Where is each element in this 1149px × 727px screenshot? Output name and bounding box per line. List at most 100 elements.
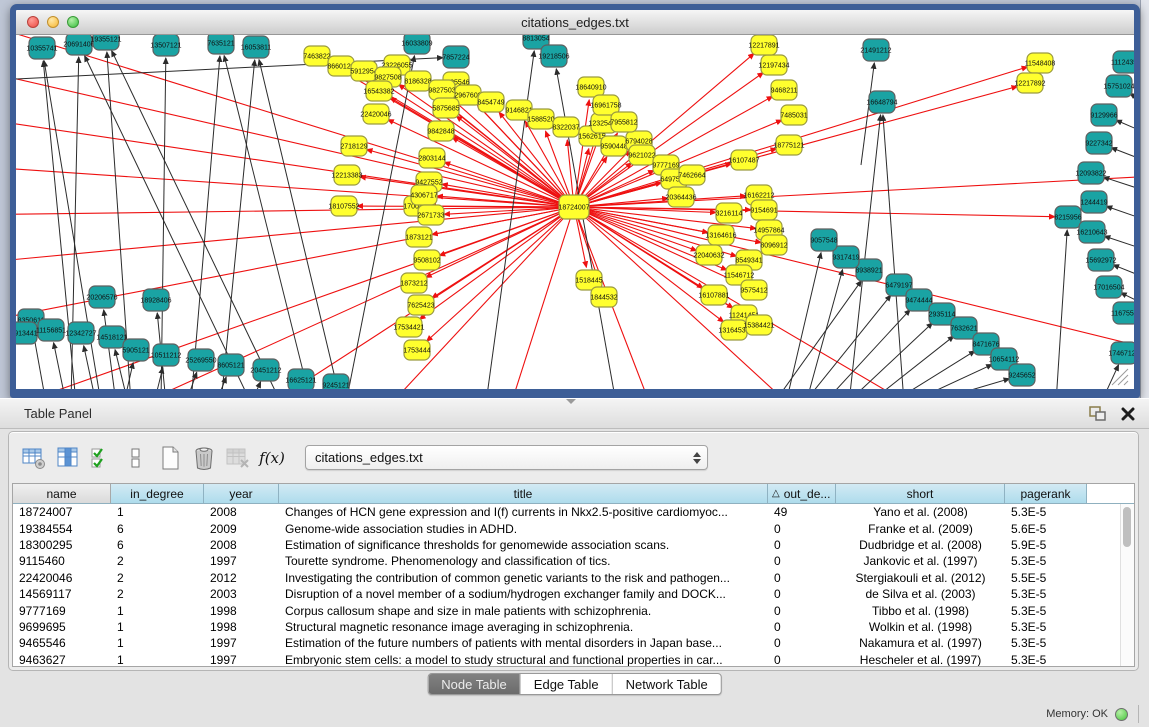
cell-year[interactable]: 1998 <box>204 620 279 634</box>
table-settings-button[interactable] <box>19 443 49 473</box>
column-header-year[interactable]: year <box>204 484 279 503</box>
cell-short[interactable]: Stergiakouli et al. (2012) <box>836 571 1005 585</box>
table-row[interactable]: 946554611997Estimation of the future num… <box>13 635 1134 651</box>
column-header-short[interactable]: short <box>836 484 1005 503</box>
new-table-button[interactable] <box>155 443 185 473</box>
cell-pagerank[interactable]: 5.3E-5 <box>1005 653 1087 667</box>
cell-year[interactable]: 2008 <box>204 505 279 519</box>
cell-out_de[interactable]: 0 <box>768 571 836 585</box>
table-body[interactable]: 1872400712008Changes of HCN gene express… <box>13 504 1134 667</box>
cell-out_de[interactable]: 0 <box>768 538 836 552</box>
cell-short[interactable]: Franke et al. (2009) <box>836 522 1005 536</box>
cell-title[interactable]: Tourette syndrome. Phenomenology and cla… <box>279 554 768 568</box>
cell-short[interactable]: Hescheler et al. (1997) <box>836 653 1005 667</box>
cell-year[interactable]: 1997 <box>204 554 279 568</box>
cell-in_degree[interactable]: 6 <box>111 522 204 536</box>
network-table-select[interactable]: citations_edges.txt <box>305 445 708 470</box>
table-row[interactable]: 1456911722003Disruption of a novel membe… <box>13 586 1134 602</box>
cell-in_degree[interactable]: 1 <box>111 505 204 519</box>
cell-name[interactable]: 9463627 <box>13 653 111 667</box>
cell-pagerank[interactable]: 5.3E-5 <box>1005 620 1087 634</box>
cell-title[interactable]: Structural magnetic resonance image aver… <box>279 620 768 634</box>
table-row[interactable]: 1938455462009Genome-wide association stu… <box>13 520 1134 536</box>
cell-out_de[interactable]: 49 <box>768 505 836 519</box>
cell-in_degree[interactable]: 6 <box>111 538 204 552</box>
cell-out_de[interactable]: 0 <box>768 604 836 618</box>
cell-title[interactable]: Changes of HCN gene expression and I(f) … <box>279 505 768 519</box>
cell-name[interactable]: 9115460 <box>13 554 111 568</box>
cell-pagerank[interactable]: 5.3E-5 <box>1005 554 1087 568</box>
delete-table-button[interactable] <box>223 443 253 473</box>
column-header-in_degree[interactable]: in_degree <box>111 484 204 503</box>
cell-title[interactable]: Embryonic stem cells: a model to study s… <box>279 653 768 667</box>
cell-pagerank[interactable]: 5.5E-5 <box>1005 571 1087 585</box>
cell-out_de[interactable]: 0 <box>768 554 836 568</box>
cell-short[interactable]: Dudbridge et al. (2008) <box>836 538 1005 552</box>
cell-short[interactable]: Yano et al. (2008) <box>836 505 1005 519</box>
cell-pagerank[interactable]: 5.3E-5 <box>1005 604 1087 618</box>
delete-rows-button[interactable] <box>189 443 219 473</box>
table-row[interactable]: 2242004622012Investigating the contribut… <box>13 570 1134 586</box>
cell-name[interactable]: 22420046 <box>13 571 111 585</box>
cell-name[interactable]: 14569117 <box>13 587 111 601</box>
cell-in_degree[interactable]: 2 <box>111 587 204 601</box>
cell-name[interactable]: 18724007 <box>13 505 111 519</box>
tab-node-table[interactable]: Node Table <box>428 674 521 694</box>
close-panel-icon[interactable] <box>1121 407 1135 421</box>
network-canvas[interactable]: 7463822866012859129542322605598275088186… <box>16 35 1134 389</box>
cell-title[interactable]: Genome-wide association studies in ADHD. <box>279 522 768 536</box>
table-vertical-scrollbar[interactable] <box>1120 504 1134 666</box>
float-panel-icon[interactable] <box>1089 406 1107 422</box>
table-row[interactable]: 911546021997Tourette syndrome. Phenomeno… <box>13 553 1134 569</box>
tab-network-table[interactable]: Network Table <box>613 674 721 694</box>
cell-out_de[interactable]: 0 <box>768 620 836 634</box>
tab-edge-table[interactable]: Edge Table <box>521 674 613 694</box>
show-columns-button[interactable] <box>53 443 83 473</box>
cell-short[interactable]: Nakamura et al. (1997) <box>836 636 1005 650</box>
cell-short[interactable]: Wolkin et al. (1998) <box>836 620 1005 634</box>
table-header-row[interactable]: namein_degreeyeartitle△out_de...shortpag… <box>13 484 1134 504</box>
unselect-all-rows-button[interactable] <box>121 443 151 473</box>
cell-in_degree[interactable]: 1 <box>111 636 204 650</box>
cell-short[interactable]: Tibbo et al. (1998) <box>836 604 1005 618</box>
cell-out_de[interactable]: 0 <box>768 587 836 601</box>
cell-year[interactable]: 2008 <box>204 538 279 552</box>
cell-title[interactable]: Corpus callosum shape and size in male p… <box>279 604 768 618</box>
table-row[interactable]: 977716911998Corpus callosum shape and si… <box>13 602 1134 618</box>
cell-in_degree[interactable]: 2 <box>111 554 204 568</box>
table-row[interactable]: 1872400712008Changes of HCN gene express… <box>13 504 1134 520</box>
cell-title[interactable]: Estimation of significance thresholds fo… <box>279 538 768 552</box>
table-row[interactable]: 1830029562008Estimation of significance … <box>13 537 1134 553</box>
cell-name[interactable]: 18300295 <box>13 538 111 552</box>
cell-out_de[interactable]: 0 <box>768 636 836 650</box>
cell-pagerank[interactable]: 5.9E-5 <box>1005 538 1087 552</box>
column-header-name[interactable]: name <box>13 484 111 503</box>
cell-in_degree[interactable]: 2 <box>111 571 204 585</box>
cell-short[interactable]: Jankovic et al. (1997) <box>836 554 1005 568</box>
cell-year[interactable]: 1997 <box>204 653 279 667</box>
splitter-grip-icon[interactable] <box>566 399 576 404</box>
cell-name[interactable]: 9699695 <box>13 620 111 634</box>
cell-title[interactable]: Disruption of a novel member of a sodium… <box>279 587 768 601</box>
table-row[interactable]: 969969511998Structural magnetic resonanc… <box>13 619 1134 635</box>
cell-year[interactable]: 1998 <box>204 604 279 618</box>
table-row[interactable]: 946362711997Embryonic stem cells: a mode… <box>13 652 1134 667</box>
cell-year[interactable]: 2009 <box>204 522 279 536</box>
cell-out_de[interactable]: 0 <box>768 653 836 667</box>
column-header-pagerank[interactable]: pagerank <box>1005 484 1087 503</box>
citation-network-graph[interactable]: 7463822866012859129542322605598275088186… <box>16 35 1134 389</box>
cell-in_degree[interactable]: 1 <box>111 604 204 618</box>
column-header-title[interactable]: title <box>279 484 768 503</box>
scrollbar-thumb[interactable] <box>1123 507 1131 547</box>
cell-short[interactable]: de Silva et al. (2003) <box>836 587 1005 601</box>
cell-name[interactable]: 9465546 <box>13 636 111 650</box>
cell-in_degree[interactable]: 1 <box>111 620 204 634</box>
cell-name[interactable]: 9777169 <box>13 604 111 618</box>
cell-name[interactable]: 19384554 <box>13 522 111 536</box>
function-builder-button[interactable]: f(x) <box>257 443 287 473</box>
cell-out_de[interactable]: 0 <box>768 522 836 536</box>
cell-pagerank[interactable]: 5.3E-5 <box>1005 587 1087 601</box>
cell-title[interactable]: Investigating the contribution of common… <box>279 571 768 585</box>
cell-pagerank[interactable]: 5.3E-5 <box>1005 505 1087 519</box>
cell-pagerank[interactable]: 5.3E-5 <box>1005 636 1087 650</box>
